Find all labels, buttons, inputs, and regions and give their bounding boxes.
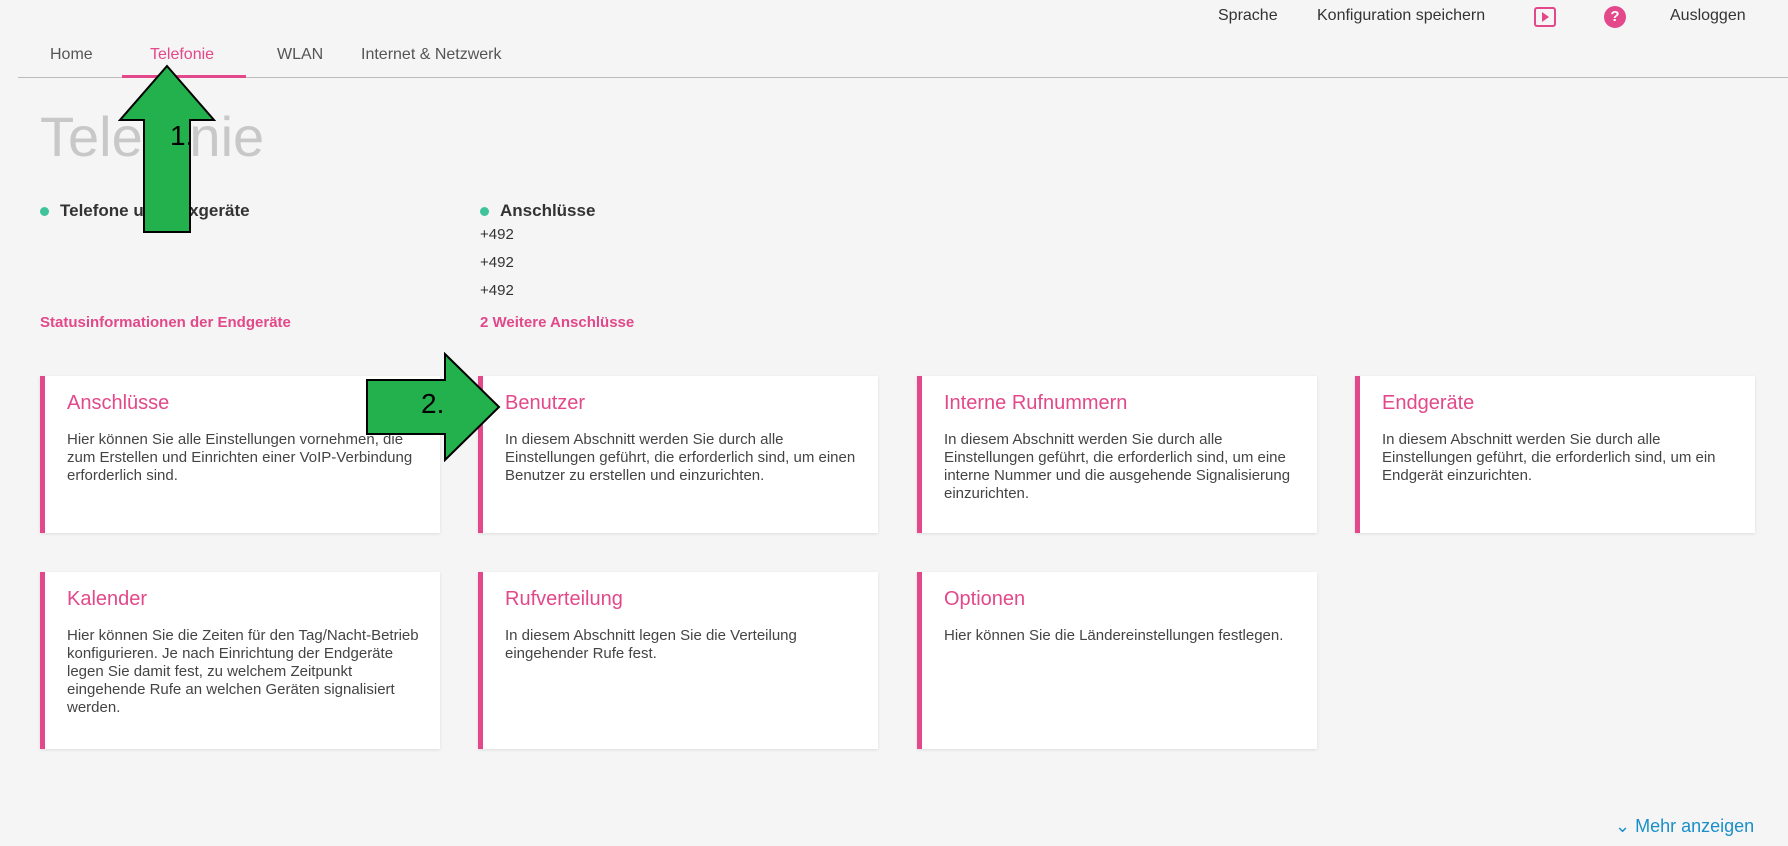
top-bar: Sprache Konfiguration speichern ? Auslog…	[0, 0, 1788, 36]
tab-home[interactable]: Home	[50, 46, 93, 64]
card-title: Interne Rufnummern	[944, 392, 1128, 414]
save-config-link[interactable]: Konfiguration speichern	[1317, 7, 1485, 25]
connection-number: +492	[480, 226, 514, 243]
logout-link[interactable]: Ausloggen	[1670, 7, 1746, 25]
tab-wlan[interactable]: WLAN	[277, 46, 323, 64]
chevron-down-icon: ⌄	[1615, 816, 1631, 836]
tab-telefonie[interactable]: Telefonie	[150, 46, 214, 64]
show-more-link[interactable]: ⌄ Mehr anzeigen	[1615, 816, 1754, 837]
connection-number: +492	[480, 282, 514, 299]
card-benutzer[interactable]: Benutzer In diesem Abschnitt werden Sie …	[478, 376, 878, 533]
card-endgeraete[interactable]: Endgeräte In diesem Abschnitt werden Sie…	[1355, 376, 1755, 533]
annotation-step-1: 1.	[170, 120, 194, 151]
status-dot	[480, 207, 489, 216]
card-interne-rufnummern[interactable]: Interne Rufnummern In diesem Abschnitt w…	[917, 376, 1317, 533]
connection-number: +492	[480, 254, 514, 271]
status-connections-heading: Anschlüsse	[480, 201, 595, 221]
card-description: In diesem Abschnitt werden Sie durch all…	[1382, 431, 1716, 484]
tab-internet-netzwerk[interactable]: Internet & Netzwerk	[361, 46, 502, 64]
main-tabs: Home Telefonie WLAN Internet & Netzwerk	[18, 38, 1788, 78]
card-rufverteilung[interactable]: Rufverteilung In diesem Abschnitt legen …	[478, 572, 878, 749]
card-title: Kalender	[67, 588, 148, 610]
card-title: Rufverteilung	[505, 588, 623, 610]
help-icon[interactable]: ?	[1604, 6, 1626, 28]
card-description: In diesem Abschnitt legen Sie die Vertei…	[505, 627, 797, 662]
tv-play-icon[interactable]	[1534, 7, 1556, 27]
card-description: Hier können Sie die Zeiten für den Tag/N…	[67, 627, 419, 716]
status-connections: Anschlüsse +492 +492 +492	[480, 201, 595, 305]
card-title: Endgeräte	[1382, 392, 1475, 414]
status-dot	[40, 207, 49, 216]
card-kalender[interactable]: Kalender Hier können Sie die Zeiten für …	[40, 572, 440, 749]
language-link[interactable]: Sprache	[1218, 7, 1278, 25]
card-description: Hier können Sie die Ländereinstellungen …	[944, 627, 1284, 644]
card-optionen[interactable]: Optionen Hier können Sie die Ländereinst…	[917, 572, 1317, 749]
card-description: In diesem Abschnitt werden Sie durch all…	[505, 431, 856, 484]
annotation-arrow-up	[118, 64, 216, 233]
annotation-step-2: 2.	[421, 388, 445, 419]
endgeraete-status-link[interactable]: Statusinformationen der Endgeräte	[40, 314, 291, 331]
card-title: Benutzer	[505, 392, 586, 414]
card-description: In diesem Abschnitt werden Sie durch all…	[944, 431, 1291, 502]
more-connections-link[interactable]: 2 Weitere Anschlüsse	[480, 314, 634, 331]
card-title: Optionen	[944, 588, 1026, 610]
